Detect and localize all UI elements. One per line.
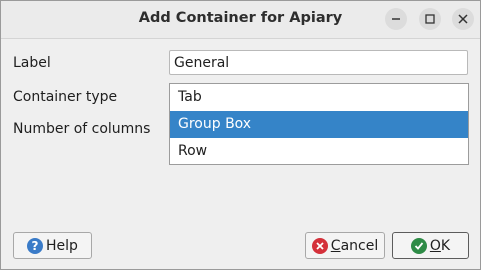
label-input-value: General <box>174 55 230 71</box>
option-group-box[interactable]: Group Box <box>170 111 468 138</box>
option-row[interactable]: Row <box>170 138 468 165</box>
cancel-label: Cancel <box>330 237 379 254</box>
maximize-button[interactable] <box>419 8 441 30</box>
minimize-button[interactable] <box>385 8 407 30</box>
title-bar[interactable]: Add Container for Apiary <box>1 1 480 39</box>
cancel-icon <box>311 237 328 254</box>
ok-label: OK <box>429 237 451 254</box>
label-input[interactable]: General <box>169 50 468 75</box>
columns-label: Number of columns <box>13 121 151 137</box>
container-type-dropdown-list[interactable]: Tab Group Box Row <box>169 83 469 165</box>
window-title: Add Container for Apiary <box>138 10 343 26</box>
dialog-window: Add Container for Apiary Label General C… <box>0 0 481 270</box>
checkmark-icon <box>410 237 427 254</box>
close-icon <box>458 14 468 24</box>
close-button[interactable] <box>452 8 474 30</box>
cancel-button[interactable]: Cancel <box>305 232 385 259</box>
help-icon: ? <box>27 237 44 254</box>
container-type-label: Container type <box>13 89 118 105</box>
help-button[interactable]: ? Help <box>13 232 92 259</box>
maximize-icon <box>425 14 435 24</box>
option-tab[interactable]: Tab <box>170 84 468 111</box>
help-label: Help <box>46 237 78 254</box>
minimize-icon <box>392 18 400 20</box>
label-label: Label <box>13 55 51 71</box>
ok-button[interactable]: OK <box>392 232 469 259</box>
